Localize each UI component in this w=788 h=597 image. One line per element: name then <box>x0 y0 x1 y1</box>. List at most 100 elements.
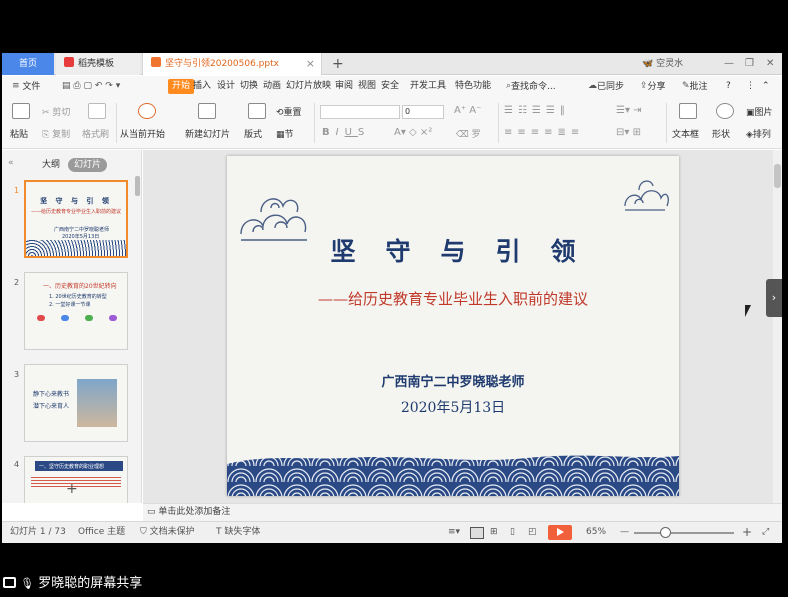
zoom-slider-handle[interactable] <box>660 527 671 538</box>
undo-icon[interactable]: ↶ <box>95 76 103 97</box>
paste-button[interactable]: 粘贴 <box>10 127 28 140</box>
tab-security[interactable]: 安全 <box>381 76 399 97</box>
slide-1[interactable]: 坚守与引领 ——给历史教育专业毕业生入职前的建议 广西南宁二中罗晓聪老师 202… <box>227 156 679 496</box>
textbox-button[interactable]: 文本框 <box>672 127 699 140</box>
comment-icon: ✎ <box>682 81 690 91</box>
thumb-line: 静下心来教书 <box>33 391 70 398</box>
arrange-button[interactable]: ◈排列 <box>746 127 771 140</box>
format-painter-icon[interactable] <box>88 103 106 119</box>
new-tab-button[interactable]: + <box>332 53 344 75</box>
slide-sorter-icon[interactable]: ⊞ <box>490 522 498 543</box>
new-slide-button[interactable]: 新建幻灯片 <box>185 127 230 140</box>
section-button[interactable]: ▦节 <box>276 127 294 140</box>
layout-button[interactable]: 版式 <box>244 127 262 140</box>
play-from-current-icon[interactable] <box>138 103 156 119</box>
gallery-view-icon[interactable]: ◰ <box>528 522 537 543</box>
format-painter-button[interactable]: 格式刷 <box>82 127 109 140</box>
docer-icon <box>64 57 74 67</box>
tab-home[interactable]: 首页 <box>2 53 54 75</box>
tab-slideshow[interactable]: 幻灯片放映 <box>286 76 331 97</box>
play-slideshow-button[interactable] <box>548 525 572 540</box>
shape-button[interactable]: 形状 <box>712 127 730 140</box>
cut-button[interactable]: ✂ 剪切 <box>42 105 70 118</box>
textbox-icon[interactable] <box>679 103 697 119</box>
fit-window-icon[interactable]: ⤢ <box>762 522 769 543</box>
scrollbar-thumb[interactable] <box>774 164 781 188</box>
preview-icon[interactable]: ▢ <box>83 76 92 97</box>
tab-insert[interactable]: 插入 <box>193 76 211 97</box>
text-direction-icons[interactable]: ⊟▾ ⊞ <box>616 127 641 138</box>
picture-button[interactable]: ▣图片 <box>746 105 773 118</box>
font-size-field[interactable]: 0 <box>402 105 444 119</box>
minimize-button[interactable]: — <box>724 53 734 75</box>
command-search[interactable]: ⌕查找命令... <box>506 76 556 98</box>
indent-icons[interactable]: ☰▾ ⇥ <box>616 105 642 116</box>
file-menu[interactable]: ≡ 文件 <box>12 76 40 98</box>
restore-button[interactable]: ❐ <box>745 53 754 75</box>
zoom-level[interactable]: 65% <box>586 522 606 543</box>
list-icons[interactable]: ☰☷☰☰‖ <box>504 105 570 116</box>
zoom-slider-track[interactable] <box>634 532 734 534</box>
tab-animations[interactable]: 动画 <box>263 76 281 97</box>
collapse-pane-icon[interactable]: « <box>8 158 14 168</box>
tab-review[interactable]: 审阅 <box>335 76 353 97</box>
slide-thumbnail[interactable]: 坚 守 与 引 领 ——给历史教育专业毕业生入职前的建议 广西南宁二中罗晓聪老师… <box>24 180 128 258</box>
print-icon[interactable]: ⎙ <box>73 76 80 97</box>
thumb-title: 坚 守 与 引 领 <box>40 196 112 205</box>
zoom-in-button[interactable]: + <box>742 522 752 543</box>
redo-icon[interactable]: ↷ <box>105 76 113 97</box>
help-button[interactable]: ? <box>726 76 731 97</box>
reading-view-icon[interactable]: ▯ <box>510 522 515 543</box>
close-window-button[interactable]: ✕ <box>766 53 774 75</box>
add-slide-button[interactable]: + <box>66 481 78 497</box>
tab-slides[interactable]: 幻灯片 <box>68 158 108 172</box>
reset-button[interactable]: ⟲重置 <box>276 105 302 118</box>
shape-icon[interactable] <box>716 103 734 119</box>
new-slide-icon[interactable] <box>198 103 216 119</box>
font-style-icons[interactable]: BIUS <box>322 127 370 138</box>
slide-thumbnail[interactable]: 一、历史教育的20世纪转向 1. 20世纪历史教育的转型 2. 一堂好课一节课 <box>24 272 128 350</box>
paste-icon[interactable] <box>12 103 30 119</box>
more-options-icon[interactable]: ⋮ <box>746 76 755 97</box>
missing-font-button[interactable]: T 缺失字体 <box>216 522 260 543</box>
normal-view-icon[interactable] <box>470 527 484 539</box>
layout-icon[interactable] <box>248 103 266 119</box>
tab-start[interactable]: 开始 <box>168 79 195 94</box>
sync-status[interactable]: ☁已同步 <box>588 76 624 98</box>
pane-scrollbar[interactable] <box>135 176 140 196</box>
save-icon[interactable]: ▤ <box>62 76 71 97</box>
side-panel-toggle[interactable]: › <box>766 279 782 317</box>
notes-toggle-icon[interactable]: ≡▾ <box>448 522 460 543</box>
clear-format-icon[interactable]: ⌫ 罗 <box>456 127 481 140</box>
tab-templates[interactable]: 稻壳模板 <box>56 53 140 75</box>
tab-document[interactable]: 坚守与引领20200506.pptx × <box>142 53 322 75</box>
tab-design[interactable]: 设计 <box>217 76 235 97</box>
collapse-ribbon-icon[interactable]: ⌃ <box>762 76 770 97</box>
zoom-out-button[interactable]: — <box>620 522 629 543</box>
doc-protection[interactable]: ⛉ 文档未保护 <box>140 522 195 543</box>
slide-author[interactable]: 广西南宁二中罗晓聪老师 <box>227 371 679 390</box>
user-account[interactable]: 🦋 空灵水 <box>642 53 683 75</box>
chevron-down-icon[interactable]: ▾ <box>116 76 121 97</box>
font-name-field[interactable] <box>320 105 400 119</box>
share-button[interactable]: ⇪分享 <box>640 76 666 98</box>
comment-button[interactable]: ✎批注 <box>682 76 708 98</box>
copy-button[interactable]: ⎘ 复制 <box>42 127 70 140</box>
tab-view[interactable]: 视图 <box>358 76 376 97</box>
close-tab-icon[interactable]: × <box>306 53 315 75</box>
tab-outline[interactable]: 大纲 <box>36 158 66 172</box>
tab-transitions[interactable]: 切换 <box>240 76 258 97</box>
font-color-icon[interactable]: A▾ ◇ ×² <box>394 127 432 138</box>
slide-date[interactable]: 2020年5月13日 <box>227 397 679 417</box>
tab-developer[interactable]: 开发工具 <box>410 76 446 97</box>
slide-thumbnail[interactable]: 静下心来教书 潜下心来育人 <box>24 364 128 442</box>
tab-features[interactable]: 特色功能 <box>455 76 491 97</box>
theme-name[interactable]: Office 主题 <box>78 522 125 543</box>
font-grow-shrink-icons[interactable]: A⁺ A⁻ <box>454 105 481 116</box>
slide-subtitle[interactable]: ——给历史教育专业毕业生入职前的建议 <box>227 288 679 309</box>
canvas-scrollbar[interactable] <box>773 150 782 503</box>
notes-pane[interactable]: ▭ 单击此处添加备注 <box>143 503 782 521</box>
slide-title[interactable]: 坚守与引领 <box>227 232 679 268</box>
from-current-button[interactable]: 从当前开始 <box>120 127 165 140</box>
align-icons[interactable]: ≡≡≡≡≣≡ <box>504 127 584 138</box>
